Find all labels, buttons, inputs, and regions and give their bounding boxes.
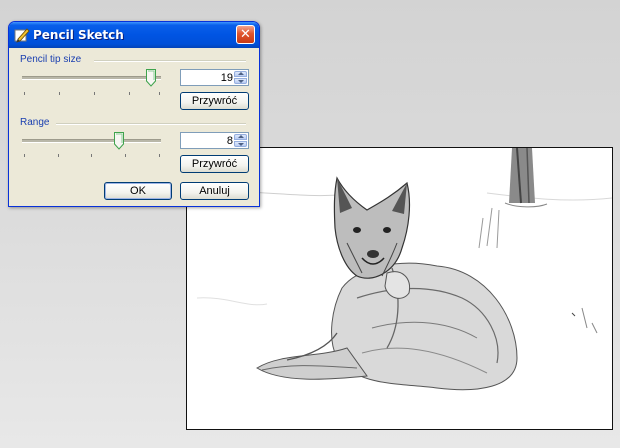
slider-tick (159, 92, 160, 95)
pencil-sketch-dialog: Pencil Sketch ✕ Pencil tip size Przywróć… (8, 21, 260, 207)
close-button[interactable]: ✕ (236, 25, 255, 44)
slider-tick (94, 92, 95, 95)
pencil-tip-slider-thumb[interactable] (146, 69, 156, 87)
pencil-tip-slider-track[interactable] (22, 76, 161, 80)
arrow-down-icon[interactable] (234, 141, 247, 147)
pencil-tip-label: Pencil tip size (20, 54, 82, 65)
close-icon: ✕ (240, 27, 251, 42)
slider-tick (59, 92, 60, 95)
slider-tick (91, 154, 92, 157)
pencil-tip-stepper[interactable] (180, 69, 249, 86)
cancel-button[interactable]: Anuluj (180, 182, 249, 200)
slider-tick (58, 154, 59, 157)
dialog-body: Pencil tip size Przywróć Range (12, 48, 256, 203)
pencil-sketch-icon (14, 28, 30, 43)
slider-tick (24, 154, 25, 157)
group-divider (56, 123, 246, 125)
range-stepper[interactable] (180, 132, 249, 149)
ok-button[interactable]: OK (104, 182, 172, 200)
slider-tick (159, 154, 160, 157)
arrow-up-icon[interactable] (234, 134, 247, 140)
arrow-up-icon[interactable] (234, 71, 247, 77)
slider-tick (125, 154, 126, 157)
slider-tick (24, 92, 25, 95)
pencil-tip-input[interactable] (181, 70, 236, 85)
range-label: Range (20, 117, 50, 128)
range-slider-thumb[interactable] (114, 132, 124, 150)
range-slider-track[interactable] (22, 139, 161, 143)
dialog-title: Pencil Sketch (33, 28, 124, 42)
range-reset-button[interactable]: Przywróć (180, 155, 249, 173)
range-input[interactable] (181, 133, 236, 148)
pencil-tip-reset-button[interactable]: Przywróć (180, 92, 249, 110)
slider-tick (129, 92, 130, 95)
group-divider (94, 60, 246, 62)
arrow-down-icon[interactable] (234, 78, 247, 84)
title-bar[interactable]: Pencil Sketch ✕ (9, 22, 259, 48)
